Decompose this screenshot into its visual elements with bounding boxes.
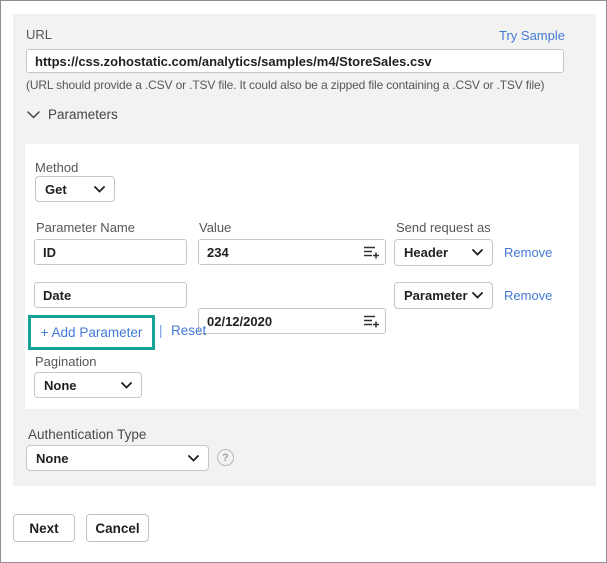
authentication-type-value: None <box>36 450 69 466</box>
send-request-as-select[interactable]: Parameter <box>394 282 493 309</box>
parameters-section-toggle[interactable]: Parameters <box>27 107 118 122</box>
pagination-select[interactable]: None <box>34 372 142 398</box>
try-sample-link[interactable]: Try Sample <box>499 28 565 43</box>
parameters-header-label: Parameters <box>48 107 118 122</box>
import-url-dialog: URL Try Sample (URL should provide a .CS… <box>0 0 607 563</box>
parameter-value-field <box>198 308 386 334</box>
column-header-value: Value <box>199 220 232 235</box>
pagination-select-value: None <box>44 377 77 393</box>
chevron-down-icon <box>472 292 483 299</box>
method-select-value: Get <box>45 181 67 197</box>
cancel-button[interactable]: Cancel <box>86 514 149 542</box>
parameter-value-input[interactable] <box>198 308 386 334</box>
send-request-as-value: Parameter <box>404 288 468 303</box>
authentication-type-select[interactable]: None <box>26 445 209 471</box>
url-helper-text: (URL should provide a .CSV or .TSV file.… <box>26 78 545 92</box>
url-label: URL <box>26 27 53 42</box>
send-request-as-value: Header <box>404 245 449 260</box>
chevron-down-icon <box>188 454 199 462</box>
chevron-down-icon <box>472 249 483 256</box>
remove-parameter-link[interactable]: Remove <box>504 288 552 303</box>
column-header-parameter-name: Parameter Name <box>36 220 135 235</box>
insert-list-plus-icon[interactable] <box>362 245 380 264</box>
authentication-type-label: Authentication Type <box>28 427 147 442</box>
parameter-name-input[interactable] <box>34 282 187 308</box>
next-button[interactable]: Next <box>13 514 75 542</box>
insert-list-plus-icon[interactable] <box>362 314 380 333</box>
chevron-down-icon <box>121 381 132 389</box>
link-separator: | <box>159 323 163 338</box>
parameter-value-input[interactable] <box>198 239 386 265</box>
chevron-down-icon <box>27 110 40 119</box>
remove-parameter-link[interactable]: Remove <box>504 245 552 260</box>
parameter-value-field <box>198 239 386 265</box>
reset-link[interactable]: Reset <box>171 323 206 338</box>
parameter-name-input[interactable] <box>34 239 187 265</box>
pagination-label: Pagination <box>35 354 97 369</box>
help-icon[interactable]: ? <box>217 449 234 466</box>
column-header-send-request-as: Send request as <box>396 220 491 235</box>
method-label: Method <box>35 160 79 175</box>
add-parameter-highlight: + Add Parameter <box>28 315 155 350</box>
add-parameter-button[interactable]: + Add Parameter <box>41 325 143 340</box>
method-select[interactable]: Get <box>35 176 115 202</box>
send-request-as-select[interactable]: Header <box>394 239 493 266</box>
url-input[interactable] <box>26 49 564 73</box>
chevron-down-icon <box>94 185 105 193</box>
